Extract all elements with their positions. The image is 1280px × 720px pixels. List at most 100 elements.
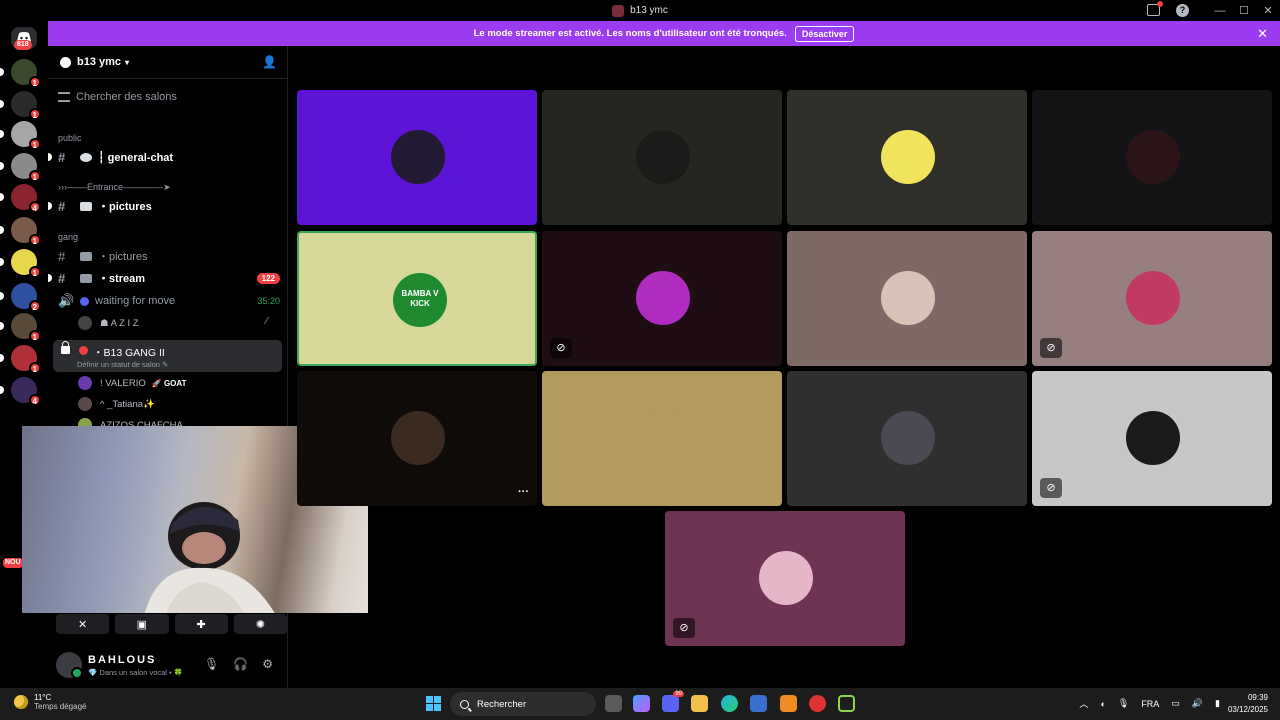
- voice-member[interactable]: ^ _Tatiana✨: [78, 395, 155, 413]
- network-icon[interactable]: ◐: [1100, 699, 1105, 709]
- disable-streamer-button[interactable]: Désactiver: [794, 25, 855, 42]
- clock[interactable]: 09:39 03/12/2025: [1228, 692, 1268, 716]
- volume-icon[interactable]: 🔊: [1192, 698, 1203, 709]
- server-icon[interactable]: 1: [0, 313, 41, 342]
- participant-tile[interactable]: [787, 231, 1027, 366]
- category-gang[interactable]: gang: [58, 232, 78, 242]
- close-icon[interactable]: ✕: [1257, 26, 1268, 42]
- discord-taskbar-icon[interactable]: 99: [662, 691, 684, 712]
- store-icon[interactable]: [750, 695, 767, 712]
- participant-tile[interactable]: ⊘: [665, 511, 905, 646]
- maximize-button[interactable]: ☐: [1232, 4, 1256, 17]
- microphone-icon[interactable]: 🎙: [1118, 698, 1129, 709]
- weather-description: Temps dégagé: [34, 702, 87, 711]
- channel-label: ┆ general-chat: [98, 151, 174, 164]
- member-name: ^ _Tatiana✨: [100, 398, 155, 410]
- category-entrance[interactable]: ›››––––Entrance––––––––➤: [58, 182, 171, 193]
- microphone-icon[interactable]: 🎙: [204, 657, 219, 671]
- participant-tile[interactable]: BAMBA V KICK: [297, 231, 537, 366]
- unread-indicator: [0, 100, 4, 108]
- unread-indicator: [0, 130, 4, 138]
- mention-badge: 1: [28, 138, 41, 150]
- soundboard-button[interactable]: ✺: [233, 614, 287, 634]
- set-channel-status[interactable]: Définir un statut de salon ✎: [77, 360, 168, 369]
- opera-icon[interactable]: [809, 695, 826, 712]
- channel-general-chat[interactable]: # ┆ general-chat: [58, 147, 280, 167]
- unread-indicator: [0, 226, 4, 234]
- channel-waiting-for-move[interactable]: 🔊 waiting for move 35:20: [58, 291, 280, 311]
- windows-start-icon[interactable]: [426, 696, 441, 711]
- server-icon[interactable]: 2: [0, 283, 41, 312]
- people-icon: [80, 273, 92, 283]
- server-icon[interactable]: 4: [0, 377, 41, 406]
- participant-tile[interactable]: ⊘: [1032, 371, 1272, 506]
- copilot-icon[interactable]: [633, 695, 650, 712]
- mention-badge: 4: [28, 201, 41, 213]
- media-icon[interactable]: [838, 695, 855, 712]
- channel-label: ・B13 GANG II: [93, 347, 165, 359]
- invite-icon[interactable]: 👤: [262, 55, 277, 69]
- channel-pictures-gang[interactable]: # ・pictures: [58, 246, 280, 266]
- avatar[interactable]: [56, 652, 83, 679]
- headphones-icon[interactable]: 🎧: [233, 657, 248, 671]
- windows-taskbar: 11°C Temps dégagé Rechercher 99 ︿ ◐ 🎙 FR…: [0, 688, 1280, 720]
- battery-icon[interactable]: ▮: [1215, 698, 1220, 709]
- edge-icon[interactable]: [721, 695, 738, 712]
- voice-member[interactable]: ☗ A Z I Z: [78, 314, 139, 332]
- server-icon[interactable]: 4: [0, 184, 41, 213]
- channel-stream[interactable]: # ・stream 122: [58, 268, 280, 288]
- server-icon[interactable]: 1: [0, 249, 41, 278]
- guild-name: b13 ymc: [77, 56, 122, 68]
- close-window-button[interactable]: ✕: [1256, 4, 1280, 17]
- participant-tile[interactable]: [787, 90, 1027, 225]
- more-options-icon[interactable]: ···: [518, 486, 529, 498]
- taskbar-search[interactable]: Rechercher: [450, 692, 596, 716]
- app-icon[interactable]: [780, 695, 797, 712]
- server-icon[interactable]: 1: [0, 59, 41, 88]
- member-name: ! VALERIO: [100, 377, 146, 389]
- activities-button[interactable]: ✚: [174, 614, 228, 634]
- participant-tile[interactable]: [787, 371, 1027, 506]
- camera-off-button[interactable]: ✕: [56, 614, 110, 634]
- participant-tile[interactable]: ⊘: [542, 231, 782, 366]
- participant-tile[interactable]: [542, 90, 782, 225]
- mention-badge: 1: [28, 76, 41, 88]
- screen-share-button[interactable]: ▣: [115, 614, 169, 634]
- file-explorer-icon[interactable]: [691, 695, 708, 712]
- category-public[interactable]: public: [58, 133, 82, 143]
- avatar: [636, 130, 690, 184]
- camera-off-icon: ⊘: [1040, 338, 1062, 358]
- unread-indicator: [0, 322, 4, 330]
- participant-tile[interactable]: [297, 90, 537, 225]
- language-indicator[interactable]: FRA: [1141, 699, 1159, 709]
- avatar: [391, 130, 445, 184]
- participant-tile[interactable]: [1032, 90, 1272, 225]
- guild-header[interactable]: b13 ymc ▾ 👤: [48, 46, 287, 79]
- server-icon[interactable]: 1: [0, 121, 41, 150]
- voice-member[interactable]: ! VALERIO 🚀 GOAT: [78, 374, 186, 392]
- avatar: BAMBA V KICK: [393, 273, 447, 327]
- help-icon[interactable]: ?: [1176, 4, 1189, 17]
- avatar: [881, 271, 935, 325]
- minimize-button[interactable]: —: [1208, 5, 1232, 17]
- member-tag: 🚀 GOAT: [151, 378, 187, 388]
- server-icon[interactable]: 1: [0, 217, 41, 246]
- channel-pictures-entrance[interactable]: # ・pictures: [58, 196, 280, 216]
- channel-b13-gang-ii[interactable]: ・B13 GANG II Définir un statut de salon …: [53, 340, 282, 372]
- server-icon[interactable]: 1: [0, 153, 41, 182]
- unread-indicator: [48, 153, 52, 161]
- channel-search[interactable]: Chercher des salons: [58, 91, 177, 103]
- gear-icon[interactable]: ⚙: [262, 657, 273, 671]
- participant-tile[interactable]: ⊘: [1032, 231, 1272, 366]
- server-icon[interactable]: 1: [0, 91, 41, 120]
- task-view-icon[interactable]: [605, 695, 622, 712]
- inbox-icon[interactable]: [1147, 1, 1163, 16]
- weather-widget[interactable]: 11°C Temps dégagé: [14, 693, 86, 711]
- status-dot-icon: [79, 346, 88, 355]
- server-icon[interactable]: 1: [0, 345, 41, 374]
- channel-label: waiting for move: [95, 295, 176, 307]
- participant-tile[interactable]: [542, 371, 782, 506]
- display-icon[interactable]: ▭: [1171, 698, 1180, 709]
- chevron-up-icon[interactable]: ︿: [1079, 697, 1088, 710]
- participant-tile[interactable]: ···: [297, 371, 537, 506]
